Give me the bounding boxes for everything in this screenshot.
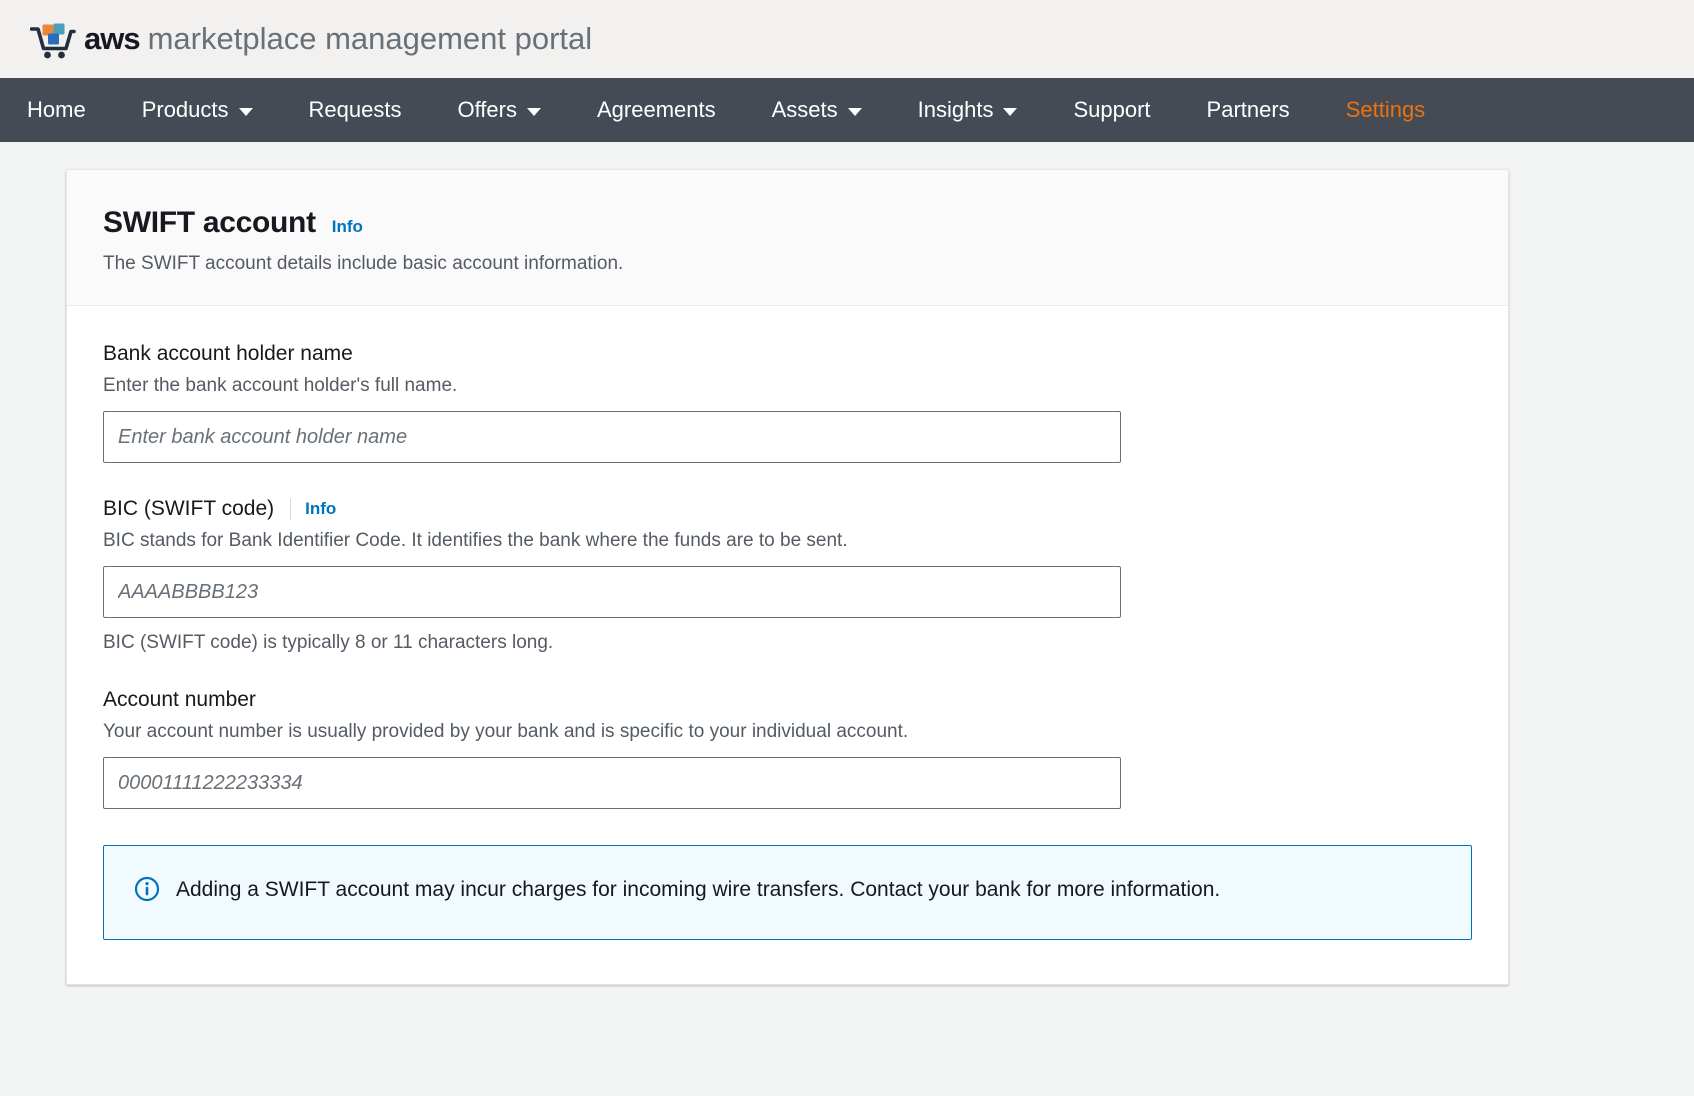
nav-item-settings[interactable]: Settings [1346, 99, 1426, 121]
bic-swift-code-input[interactable] [103, 566, 1121, 618]
card-header: SWIFT account Info The SWIFT account det… [67, 170, 1508, 306]
nav-item-partners[interactable]: Partners [1207, 99, 1290, 121]
field-bic-swift-code: BIC (SWIFT code) Info BIC stands for Ban… [103, 497, 1472, 654]
brand-header: aws marketplace management portal [0, 0, 1694, 78]
nav-item-label: Settings [1345, 97, 1426, 122]
field-label-row: Account number [103, 688, 1472, 712]
nav-item-support[interactable]: Support [1073, 99, 1150, 121]
chevron-down-icon [526, 108, 541, 116]
bank-account-holder-name-input[interactable] [103, 411, 1121, 463]
nav-item-home[interactable]: Home [27, 99, 86, 121]
nav-item-label: Insights [917, 97, 994, 122]
field-label-row: BIC (SWIFT code) Info [103, 497, 1472, 521]
nav-item-label: Agreements [596, 97, 716, 122]
card-body: Bank account holder name Enter the bank … [67, 306, 1508, 984]
info-alert: Adding a SWIFT account may incur charges… [103, 845, 1472, 940]
chevron-down-icon [238, 108, 253, 116]
nav-item-requests[interactable]: Requests [309, 99, 402, 121]
account-number-input[interactable] [103, 757, 1121, 809]
nav-item-label: Partners [1206, 97, 1290, 122]
nav-item-offers[interactable]: Offers [457, 99, 541, 121]
field-label: Bank account holder name [103, 342, 353, 365]
field-description: Your account number is usually provided … [103, 721, 909, 742]
field-account-number: Account number Your account number is us… [103, 688, 1472, 809]
main-navigation: Home Products Requests Offers Agreements… [0, 78, 1694, 142]
field-hint: BIC (SWIFT code) is typically 8 or 11 ch… [103, 632, 554, 653]
card-subtitle: The SWIFT account details include basic … [103, 253, 624, 274]
nav-item-agreements[interactable]: Agreements [597, 99, 716, 121]
brand-name-rest: marketplace management portal [147, 21, 593, 56]
shopping-cart-icon [30, 23, 76, 59]
swift-account-card: SWIFT account Info The SWIFT account det… [66, 169, 1509, 985]
bic-info-link[interactable]: Info [305, 499, 336, 519]
card-info-link[interactable]: Info [332, 217, 363, 237]
nav-item-label: Assets [771, 97, 838, 122]
nav-item-label: Requests [308, 97, 402, 122]
nav-item-label: Offers [457, 97, 517, 122]
nav-item-label: Home [27, 97, 86, 122]
field-bank-account-holder-name: Bank account holder name Enter the bank … [103, 342, 1472, 463]
label-divider [290, 498, 292, 520]
info-alert-text: Adding a SWIFT account may incur charges… [176, 878, 1221, 901]
brand-title: aws marketplace management portal [84, 21, 592, 57]
info-circle-icon [134, 876, 160, 902]
field-label: BIC (SWIFT code) [103, 497, 275, 520]
nav-item-assets[interactable]: Assets [772, 99, 862, 121]
page-content: SWIFT account Info The SWIFT account det… [0, 142, 1694, 985]
page-title: SWIFT account [103, 206, 316, 239]
nav-item-insights[interactable]: Insights [918, 99, 1018, 121]
brand-name-aws: aws [84, 21, 141, 56]
chevron-down-icon [847, 108, 862, 116]
card-title-row: SWIFT account Info [103, 206, 1472, 240]
chevron-down-icon [1003, 108, 1018, 116]
nav-item-label: Support [1073, 97, 1151, 122]
field-description: Enter the bank account holder's full nam… [103, 375, 458, 396]
nav-item-products[interactable]: Products [142, 99, 253, 121]
field-label: Account number [103, 688, 256, 711]
nav-item-label: Products [141, 97, 229, 122]
field-label-row: Bank account holder name [103, 342, 1472, 366]
field-description: BIC stands for Bank Identifier Code. It … [103, 530, 848, 551]
